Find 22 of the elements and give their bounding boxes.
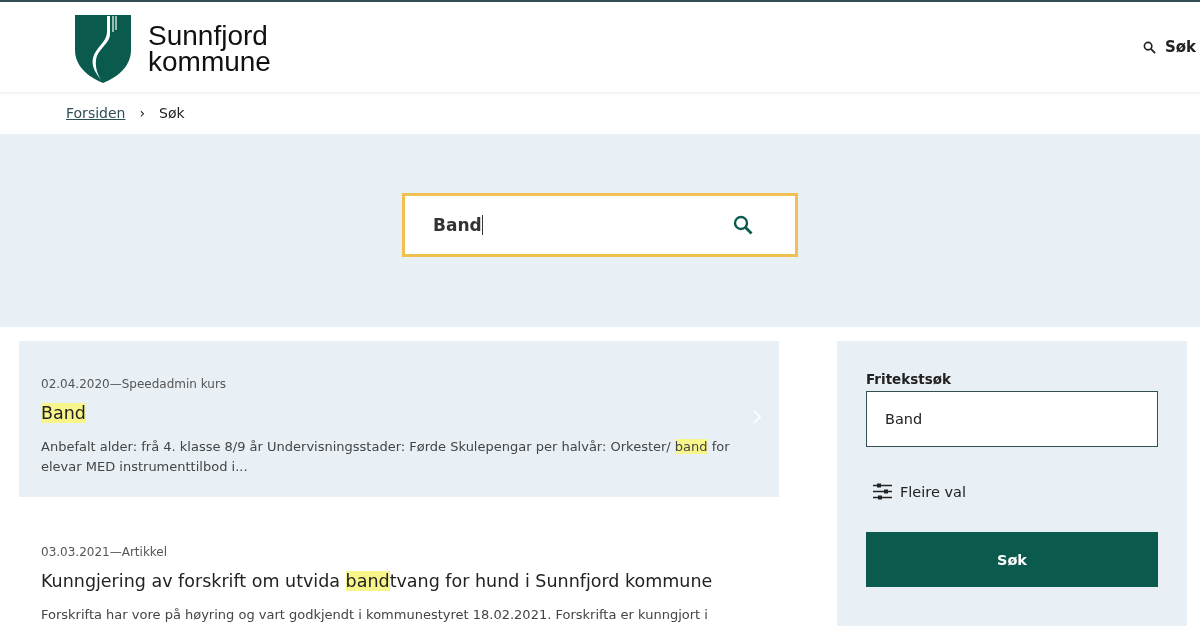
field-label: Fritekstsøk (866, 371, 952, 387)
search-result[interactable]: 02.04.2020—Speedadmin kurs Band Anbefalt alder: frå 4. klasse 8/9 år Undervisningsstader: Førde Skulepengar per halvår: Orkester/ band for elevar MED instrumenttilbod i... (19, 341, 779, 497)
result-meta: 02.04.2020—Speedadmin kurs (41, 377, 228, 391)
result-title[interactable]: Kunngjering av forskrift om utvida bandtvang for hund i Sunnfjord kommune (41, 571, 713, 591)
result-snippet: Forskrifta har vore på høyring og vart godkjendt i kommunestyret 18.02.2021. Forskrifta er kunngjort i (41, 606, 709, 624)
shield-logo-icon (74, 14, 132, 84)
search-field[interactable]: Band (402, 193, 798, 257)
breadcrumb-current: Søk (159, 105, 185, 121)
search-button[interactable]: Søk (866, 532, 1158, 587)
search-icon[interactable] (733, 215, 753, 235)
result-meta: 03.03.2021—Artikkel (41, 545, 169, 559)
search-link[interactable]: Søk (1142, 38, 1196, 56)
search-icon (1142, 40, 1156, 54)
text-input[interactable]: Band (866, 391, 1158, 447)
sliders-icon (873, 483, 892, 500)
result-snippet: Anbefalt alder: frå 4. klasse 8/9 år Undervisningsstader: Førde Skulepengar per halvår: Orkester/ band for elevar MED instrumenttilbod i... (41, 438, 731, 476)
logo-text: Sunnfjord (148, 23, 269, 49)
breadcrumb-link[interactable]: Forsiden (66, 105, 126, 121)
logo[interactable]: Sunnfjord kommune (74, 14, 271, 84)
more-options-button[interactable]: Fleire val (866, 483, 966, 500)
breadcrumb-separator: › (139, 105, 146, 121)
result-title[interactable]: Band (41, 403, 86, 423)
